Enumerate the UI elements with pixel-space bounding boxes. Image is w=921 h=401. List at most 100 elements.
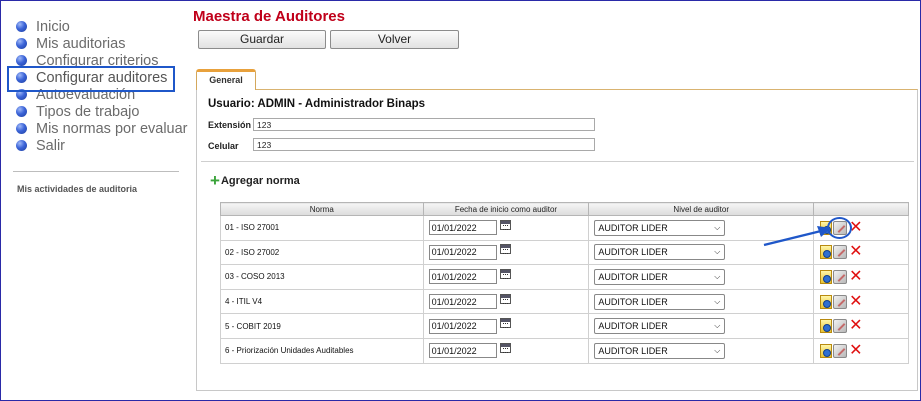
nivel-select[interactable]: AUDITOR LIDER ⌵ bbox=[594, 219, 726, 236]
sidebar-item-label: Mis auditorias bbox=[36, 35, 126, 52]
nivel-select[interactable]: AUDITOR LIDER ⌵ bbox=[594, 244, 726, 261]
sidebar-item-tipos-de-trabajo[interactable]: Tipos de trabajo bbox=[14, 103, 188, 120]
date-input[interactable] bbox=[428, 318, 497, 334]
table-row: 6 - Priorización Unidades Auditables AUD… bbox=[220, 337, 909, 364]
header-nivel: Nivel de auditor bbox=[588, 202, 815, 216]
nivel-select-value: AUDITOR LIDER bbox=[598, 247, 668, 258]
norma-cell: 5 - COBIT 2019 bbox=[220, 313, 424, 339]
nivel-select-value: AUDITOR LIDER bbox=[598, 296, 668, 307]
fecha-cell bbox=[422, 239, 590, 266]
nivel-select-value: AUDITOR LIDER bbox=[598, 271, 668, 282]
edit-icon[interactable] bbox=[833, 343, 848, 358]
nivel-select-value: AUDITOR LIDER bbox=[598, 345, 668, 356]
tab-general[interactable]: General bbox=[196, 69, 256, 90]
nivel-cell: AUDITOR LIDER ⌵ bbox=[588, 313, 815, 339]
view-icon[interactable] bbox=[820, 269, 833, 284]
sidebar-item-inicio[interactable]: Inicio bbox=[14, 18, 188, 35]
view-icon[interactable] bbox=[820, 319, 833, 334]
plus-icon: + bbox=[210, 171, 220, 190]
sidebar-item-label: Inicio bbox=[36, 18, 70, 35]
table-row: 4 - ITIL V4 AUDITOR LIDER ⌵ ✕ bbox=[220, 288, 909, 315]
date-input[interactable] bbox=[428, 343, 497, 359]
bullet-icon bbox=[16, 123, 27, 134]
norma-cell: 02 - ISO 27002 bbox=[220, 239, 424, 266]
norma-cell: 4 - ITIL V4 bbox=[220, 288, 424, 315]
date-input[interactable] bbox=[428, 294, 497, 310]
chevron-down-icon: ⌵ bbox=[714, 345, 721, 355]
sidebar-item-label: Tipos de trabajo bbox=[36, 103, 140, 120]
nivel-cell: AUDITOR LIDER ⌵ bbox=[588, 288, 815, 315]
fecha-cell bbox=[422, 313, 590, 339]
bullet-icon bbox=[16, 55, 27, 66]
sidebar-item-mis-normas[interactable]: Mis normas por evaluar bbox=[14, 120, 188, 137]
back-button[interactable]: Volver bbox=[330, 30, 459, 49]
add-norm-label: Agregar norma bbox=[220, 175, 300, 187]
view-icon[interactable] bbox=[820, 294, 833, 309]
annotation-arrow-icon bbox=[763, 226, 831, 247]
nivel-select[interactable]: AUDITOR LIDER ⌵ bbox=[594, 318, 726, 335]
fecha-cell bbox=[422, 288, 590, 315]
delete-icon[interactable]: ✕ bbox=[849, 342, 862, 358]
delete-icon[interactable]: ✕ bbox=[849, 318, 862, 334]
calendar-icon[interactable] bbox=[499, 318, 511, 329]
page-title: Maestra de Auditores bbox=[193, 8, 345, 25]
bullet-icon bbox=[16, 38, 27, 49]
norma-cell: 01 - ISO 27001 bbox=[220, 215, 424, 241]
nivel-select-value: AUDITOR LIDER bbox=[598, 222, 668, 233]
date-input[interactable] bbox=[428, 220, 497, 236]
sidebar-item-salir[interactable]: Salir bbox=[14, 137, 188, 154]
bullet-icon bbox=[16, 106, 27, 117]
table-header-row: Norma Fecha de inicio como auditor Nivel… bbox=[220, 202, 909, 216]
date-input[interactable] bbox=[428, 269, 497, 285]
bullet-icon bbox=[16, 140, 27, 151]
header-actions bbox=[813, 202, 909, 216]
calendar-icon[interactable] bbox=[499, 268, 511, 279]
edit-icon[interactable] bbox=[833, 294, 848, 309]
add-norm-button[interactable]: + Agregar norma bbox=[210, 171, 300, 190]
nivel-select[interactable]: AUDITOR LIDER ⌵ bbox=[594, 268, 726, 285]
calendar-icon[interactable] bbox=[499, 244, 511, 255]
actions-cell: ✕ bbox=[813, 264, 909, 290]
calendar-icon[interactable] bbox=[499, 219, 511, 230]
table-row: 03 - COSO 2013 AUDITOR LIDER ⌵ ✕ bbox=[220, 264, 909, 290]
norma-cell: 6 - Priorización Unidades Auditables bbox=[220, 337, 424, 364]
sidebar: Inicio Mis auditorias Configurar criteri… bbox=[1, 1, 189, 400]
nivel-select[interactable]: AUDITOR LIDER ⌵ bbox=[594, 342, 726, 359]
celular-field[interactable] bbox=[253, 138, 595, 151]
actions-cell: ✕ bbox=[813, 337, 909, 364]
user-line: Usuario: ADMIN - Administrador Binaps bbox=[208, 98, 426, 110]
extension-label: Extensión bbox=[208, 120, 252, 130]
bullet-icon bbox=[16, 21, 27, 32]
norma-cell: 03 - COSO 2013 bbox=[220, 264, 424, 290]
chevron-down-icon: ⌵ bbox=[714, 321, 721, 331]
actions-cell: ✕ bbox=[813, 288, 909, 315]
delete-icon[interactable]: ✕ bbox=[849, 268, 862, 284]
sidebar-item-mis-auditorias[interactable]: Mis auditorias bbox=[14, 35, 188, 52]
sidebar-item-label: Mis normas por evaluar bbox=[36, 120, 188, 137]
chevron-down-icon: ⌵ bbox=[714, 222, 721, 232]
fecha-cell bbox=[422, 337, 590, 364]
save-button[interactable]: Guardar bbox=[198, 30, 326, 49]
fecha-cell bbox=[422, 215, 590, 241]
calendar-icon[interactable] bbox=[499, 342, 511, 353]
sidebar-divider bbox=[13, 171, 179, 172]
sidebar-item-label: Salir bbox=[36, 137, 66, 154]
chevron-down-icon: ⌵ bbox=[714, 296, 721, 306]
extension-field[interactable] bbox=[253, 118, 595, 131]
nivel-cell: AUDITOR LIDER ⌵ bbox=[588, 337, 815, 364]
chevron-down-icon: ⌵ bbox=[714, 271, 721, 281]
celular-label: Celular bbox=[208, 141, 239, 151]
edit-icon[interactable] bbox=[833, 245, 848, 260]
header-fecha: Fecha de inicio como auditor bbox=[422, 202, 590, 216]
delete-icon[interactable]: ✕ bbox=[849, 293, 862, 309]
nivel-select-value: AUDITOR LIDER bbox=[598, 321, 668, 332]
highlight-box bbox=[7, 66, 175, 92]
edit-icon[interactable] bbox=[833, 269, 848, 284]
calendar-icon[interactable] bbox=[499, 293, 511, 304]
view-icon[interactable] bbox=[820, 343, 833, 358]
date-input[interactable] bbox=[428, 244, 497, 260]
delete-icon[interactable]: ✕ bbox=[849, 244, 862, 260]
edit-icon[interactable] bbox=[833, 319, 848, 334]
sidebar-caption: Mis actividades de auditoria bbox=[17, 184, 138, 194]
nivel-select[interactable]: AUDITOR LIDER ⌵ bbox=[594, 293, 726, 310]
